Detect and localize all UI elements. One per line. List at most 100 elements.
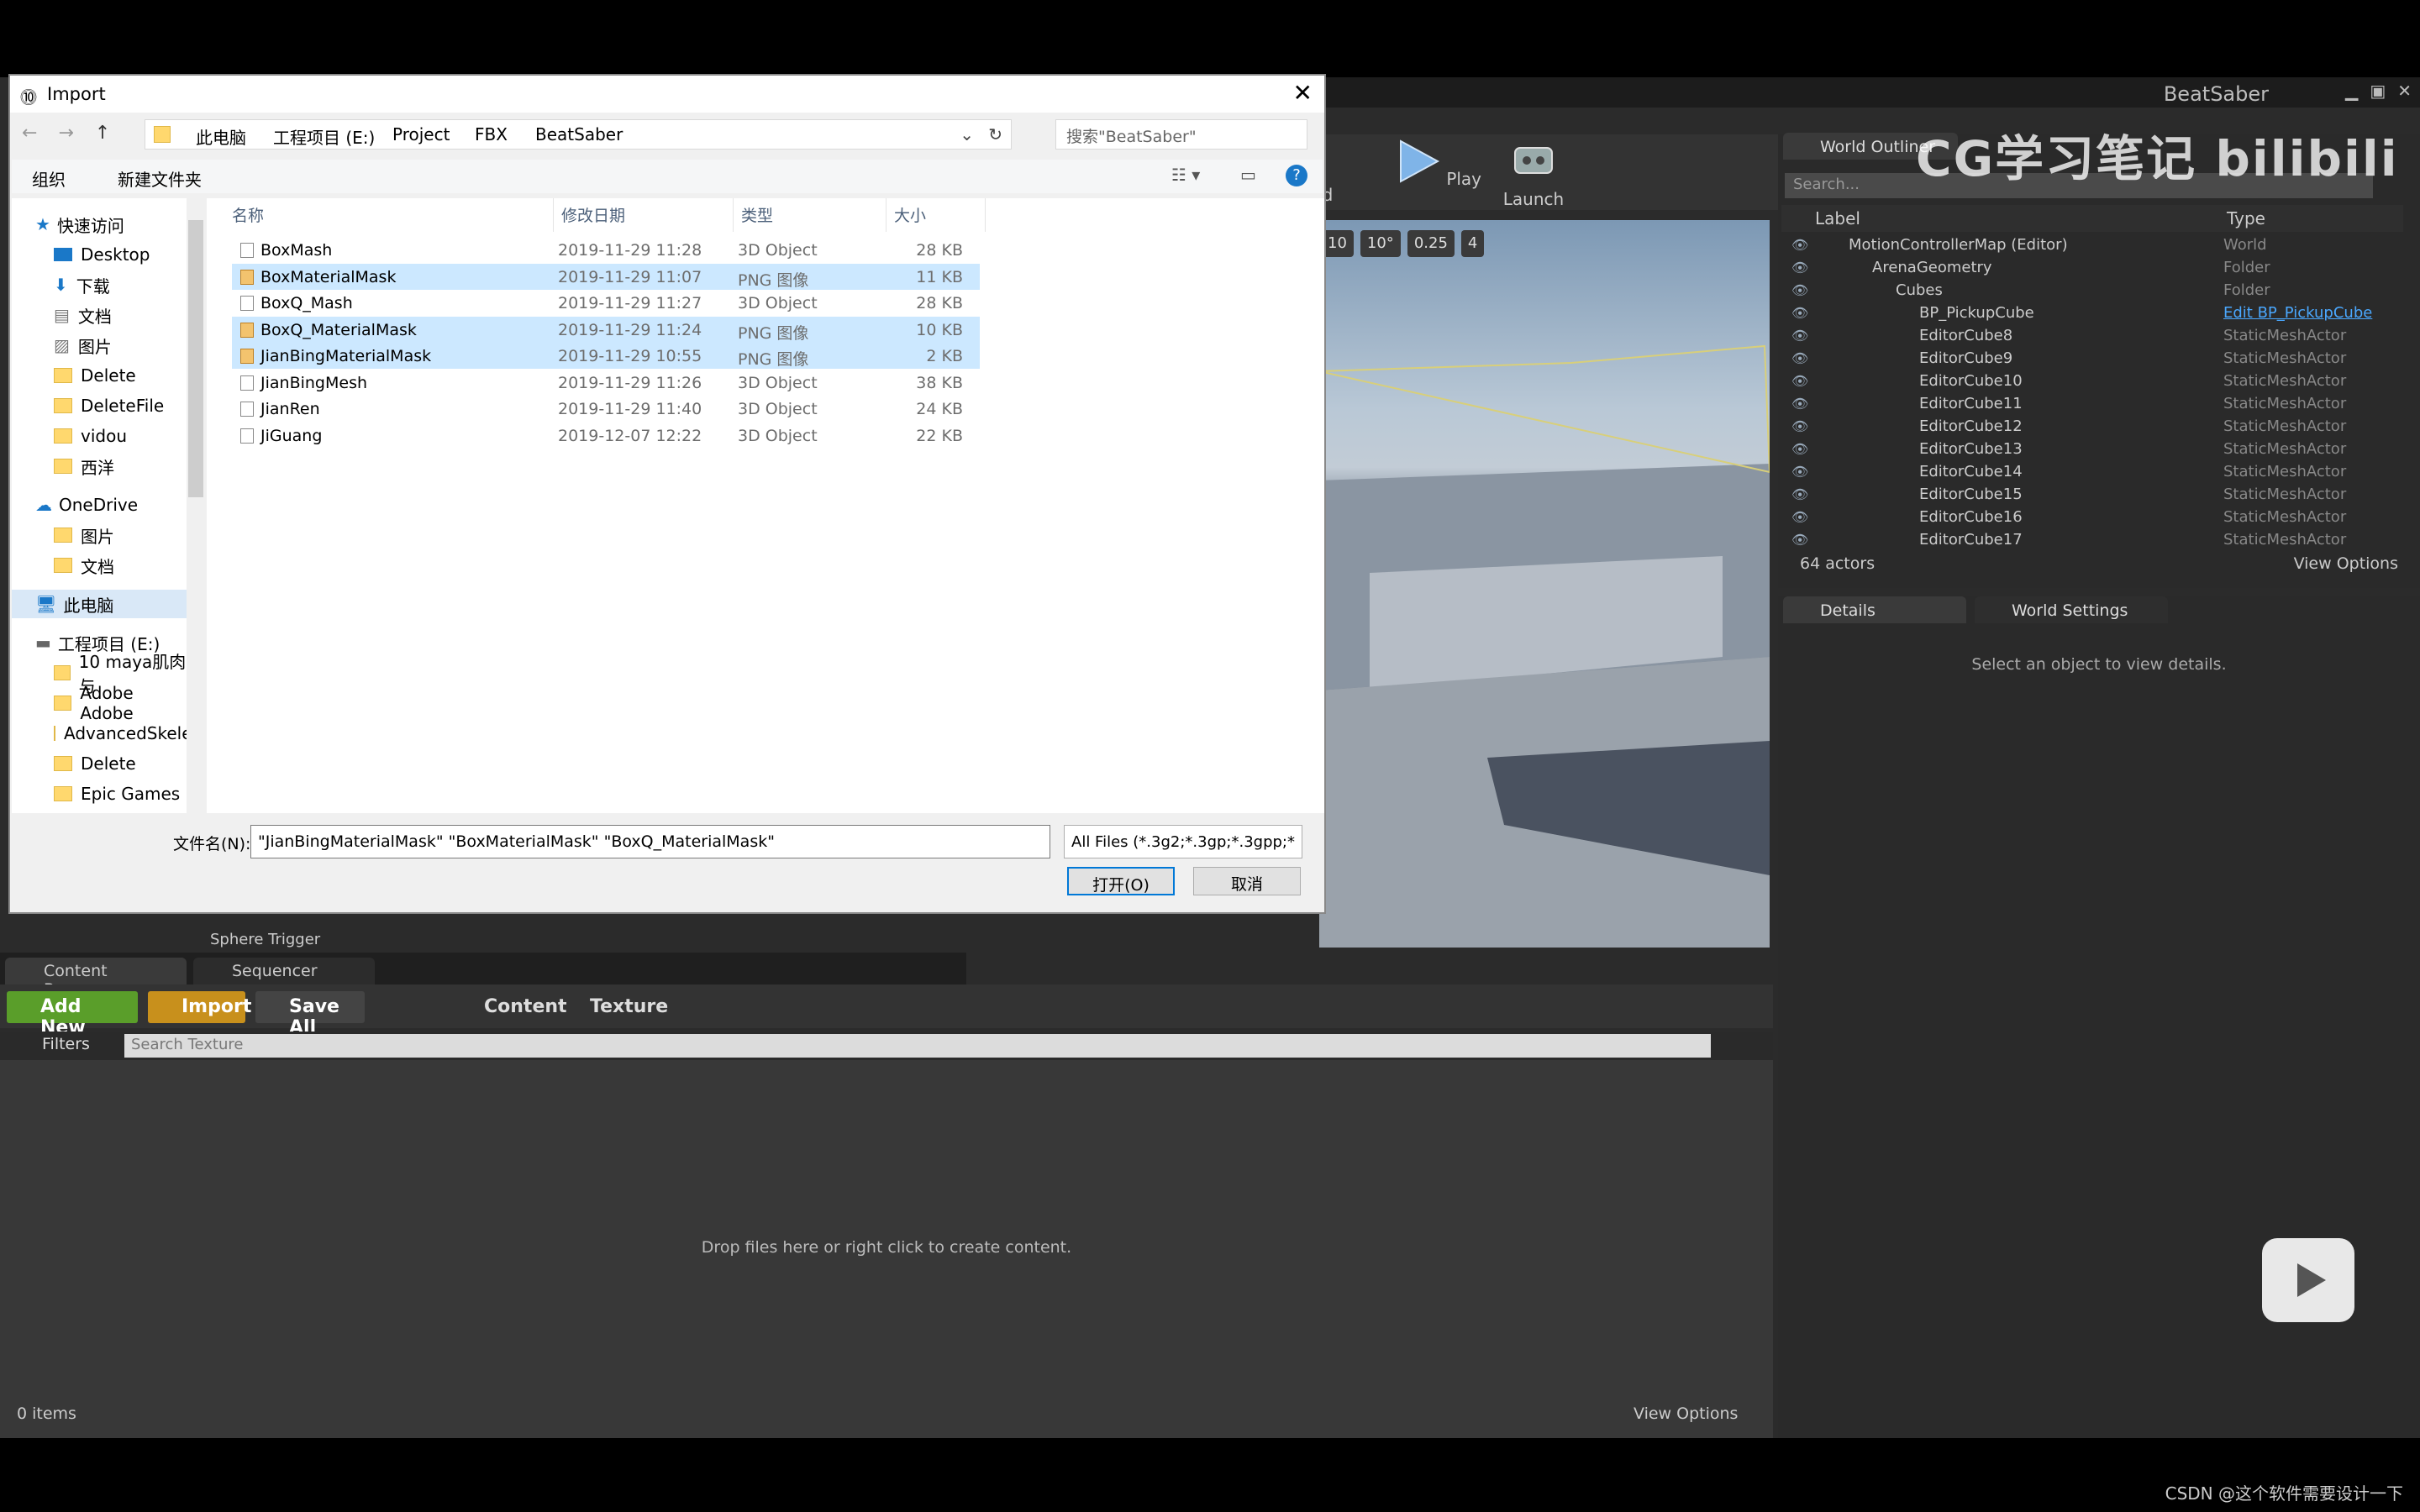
nav-item[interactable]: 西洋: [12, 452, 188, 480]
nav-item[interactable]: ⬇ 下载: [12, 270, 188, 299]
maximize-icon[interactable]: ▣: [2370, 81, 2386, 101]
organize-button[interactable]: 组织: [32, 166, 66, 191]
up-arrow-icon[interactable]: ↑: [95, 123, 110, 144]
nav-item[interactable]: AdvancedSkele: [12, 719, 192, 748]
content-search-input[interactable]: Search Texture: [124, 1034, 1711, 1058]
file-row[interactable]: JianBingMesh 2019-11-29 11:26 3D Object 38 …: [232, 370, 980, 396]
outliner-row[interactable]: 👁 BP_PickupCube Edit BP_PickupCube: [1781, 302, 2400, 324]
path-drive[interactable]: 工程项目 (E:): [273, 124, 375, 149]
camera-speed-value[interactable]: 4: [1460, 230, 1485, 257]
eye-icon[interactable]: 👁: [1791, 441, 1808, 457]
nav-scroll-thumb[interactable]: [188, 220, 203, 497]
dialog-close-icon[interactable]: ✕: [1293, 79, 1313, 107]
filename-input[interactable]: "JianBingMaterialMask" "BoxMaterialMask"…: [250, 825, 1050, 858]
outliner-row[interactable]: 👁 EditorCube8 StaticMeshActor: [1781, 324, 2400, 347]
nav-item[interactable]: Delete: [12, 361, 188, 390]
file-row[interactable]: BoxQ_Mash 2019-11-29 11:27 3D Object 28 KB: [232, 290, 980, 316]
outliner-row[interactable]: 👁 EditorCube13 StaticMeshActor: [1781, 438, 2400, 460]
minimize-icon[interactable]: ▁: [2345, 81, 2358, 101]
col-name[interactable]: 名称: [232, 203, 264, 226]
outliner-row[interactable]: 👁 Cubes Folder: [1781, 279, 2400, 302]
outliner-row[interactable]: 👁 EditorCube11 StaticMeshActor: [1781, 392, 2400, 415]
col-size[interactable]: 大小: [894, 203, 926, 226]
file-row[interactable]: JianBingMaterialMask 2019-11-29 10:55 PNG …: [232, 343, 980, 369]
eye-icon[interactable]: 👁: [1791, 305, 1808, 321]
scale-snap-value[interactable]: 0.25: [1407, 230, 1455, 257]
outliner-row[interactable]: 👁 EditorCube15 StaticMeshActor: [1781, 483, 2400, 506]
crumb-content[interactable]: Content: [484, 996, 567, 1017]
tab-content-browser[interactable]: Content Browser: [5, 958, 187, 999]
tab-world-settings[interactable]: World Settings: [1975, 596, 2168, 623]
eye-icon[interactable]: 👁: [1791, 486, 1808, 502]
file-row[interactable]: JiGuang 2019-12-07 12:22 3D Object 22 KB: [232, 423, 980, 449]
tab-sequencer[interactable]: Sequencer: [193, 958, 375, 984]
nav-item[interactable]: 文档: [12, 551, 188, 580]
back-arrow-icon[interactable]: ←: [22, 123, 37, 144]
asset-sphere-trigger[interactable]: Sphere Trigger: [210, 931, 320, 948]
crumb-texture[interactable]: Texture: [590, 996, 668, 1017]
nav-item[interactable]: vidou: [12, 422, 188, 450]
new-folder-button[interactable]: 新建文件夹: [118, 166, 202, 191]
eye-icon[interactable]: 👁: [1791, 396, 1808, 412]
open-button[interactable]: 打开(O): [1067, 867, 1175, 895]
nav-item[interactable]: Desktop: [12, 240, 188, 269]
play-button[interactable]: Play: [1392, 138, 1484, 210]
nav-item[interactable]: 🖥 此电脑: [12, 590, 188, 618]
rotation-snap-value[interactable]: 10°: [1360, 230, 1401, 257]
outliner-row[interactable]: 👁 ArenaGeometry Folder: [1781, 256, 2400, 279]
nav-item[interactable]: ☁ OneDrive: [12, 491, 188, 519]
close-icon[interactable]: ✕: [2397, 81, 2412, 101]
outliner-row[interactable]: 👁 EditorCube16 StaticMeshActor: [1781, 506, 2400, 528]
view-menu-icon[interactable]: ☷ ▾: [1171, 165, 1200, 185]
filetype-select[interactable]: All Files (*.3g2;*.3gp;*.3gpp;*: [1064, 825, 1302, 858]
path-project[interactable]: Project: [392, 124, 450, 144]
level-viewport[interactable]: [1319, 220, 1770, 948]
nav-item[interactable]: Epic Games: [12, 780, 188, 808]
nav-item[interactable]: ▤ 文档: [12, 301, 188, 329]
tab-details[interactable]: Details: [1783, 596, 1966, 623]
import-button[interactable]: Import: [148, 991, 251, 1023]
outliner-row[interactable]: 👁 EditorCube9 StaticMeshActor: [1781, 347, 2400, 370]
file-row[interactable]: BoxMash 2019-11-29 11:28 3D Object 28 KB: [232, 237, 980, 263]
filters-button[interactable]: Filters: [42, 1035, 90, 1053]
forward-arrow-icon[interactable]: →: [58, 123, 73, 144]
eye-icon[interactable]: 👁: [1791, 350, 1808, 366]
outliner-row[interactable]: 👁 EditorCube10 StaticMeshActor: [1781, 370, 2400, 392]
add-new-button[interactable]: Add New: [7, 991, 138, 1038]
address-bar[interactable]: 此电脑 工程项目 (E:) Project FBX BeatSaber ⌄ ↻: [145, 119, 1012, 150]
refresh-icon[interactable]: ↻: [988, 124, 1002, 144]
nav-item[interactable]: 图片: [12, 521, 188, 549]
nav-item[interactable]: Adobe Adobe: [12, 683, 188, 723]
path-beatsaber[interactable]: BeatSaber: [535, 124, 623, 144]
eye-icon[interactable]: 👁: [1791, 418, 1808, 434]
outliner-row[interactable]: 👁 EditorCube12 StaticMeshActor: [1781, 415, 2400, 438]
eye-icon[interactable]: 👁: [1791, 282, 1808, 298]
outliner-view-options[interactable]: View Options: [2294, 554, 2398, 573]
path-fbx[interactable]: FBX: [475, 124, 508, 144]
outliner-row[interactable]: 👁 EditorCube14 StaticMeshActor: [1781, 460, 2400, 483]
nav-item[interactable]: ▨ 图片: [12, 331, 188, 360]
file-row[interactable]: BoxQ_MaterialMask 2019-11-29 11:24 PNG 图像 1…: [232, 316, 980, 343]
path-pc[interactable]: 此电脑: [196, 124, 246, 149]
outliner-row[interactable]: 👁 MotionControllerMap (Editor) World: [1781, 234, 2400, 256]
nav-item[interactable]: DeleteFile: [12, 391, 188, 420]
eye-icon[interactable]: 👁: [1791, 260, 1808, 276]
content-view-options[interactable]: View Options: [1634, 1404, 1738, 1423]
col-type[interactable]: Type: [2227, 208, 2265, 228]
eye-icon[interactable]: 👁: [1791, 532, 1808, 548]
grid-snap-value[interactable]: 10: [1321, 230, 1354, 257]
eye-icon[interactable]: 👁: [1791, 509, 1808, 525]
help-icon[interactable]: ?: [1286, 165, 1307, 186]
nav-item[interactable]: Delete: [12, 749, 188, 778]
col-label[interactable]: Label: [1815, 208, 1860, 228]
chevron-down-icon[interactable]: ⌄: [960, 124, 974, 144]
nav-item[interactable]: ★ 快速访问: [12, 210, 188, 239]
file-row[interactable]: BoxMaterialMask 2019-11-29 11:07 PNG 图像 11 …: [232, 263, 980, 290]
eye-icon[interactable]: 👁: [1791, 373, 1808, 389]
dialog-search-input[interactable]: 搜索"BeatSaber": [1055, 119, 1307, 150]
outliner-row-type[interactable]: Edit BP_PickupCube: [2223, 304, 2372, 322]
eye-icon[interactable]: 👁: [1791, 237, 1808, 253]
eye-icon[interactable]: 👁: [1791, 328, 1808, 344]
file-row[interactable]: JianRen 2019-11-29 11:40 3D Object 24 KB: [232, 396, 980, 422]
launch-button[interactable]: Launch: [1487, 138, 1580, 210]
